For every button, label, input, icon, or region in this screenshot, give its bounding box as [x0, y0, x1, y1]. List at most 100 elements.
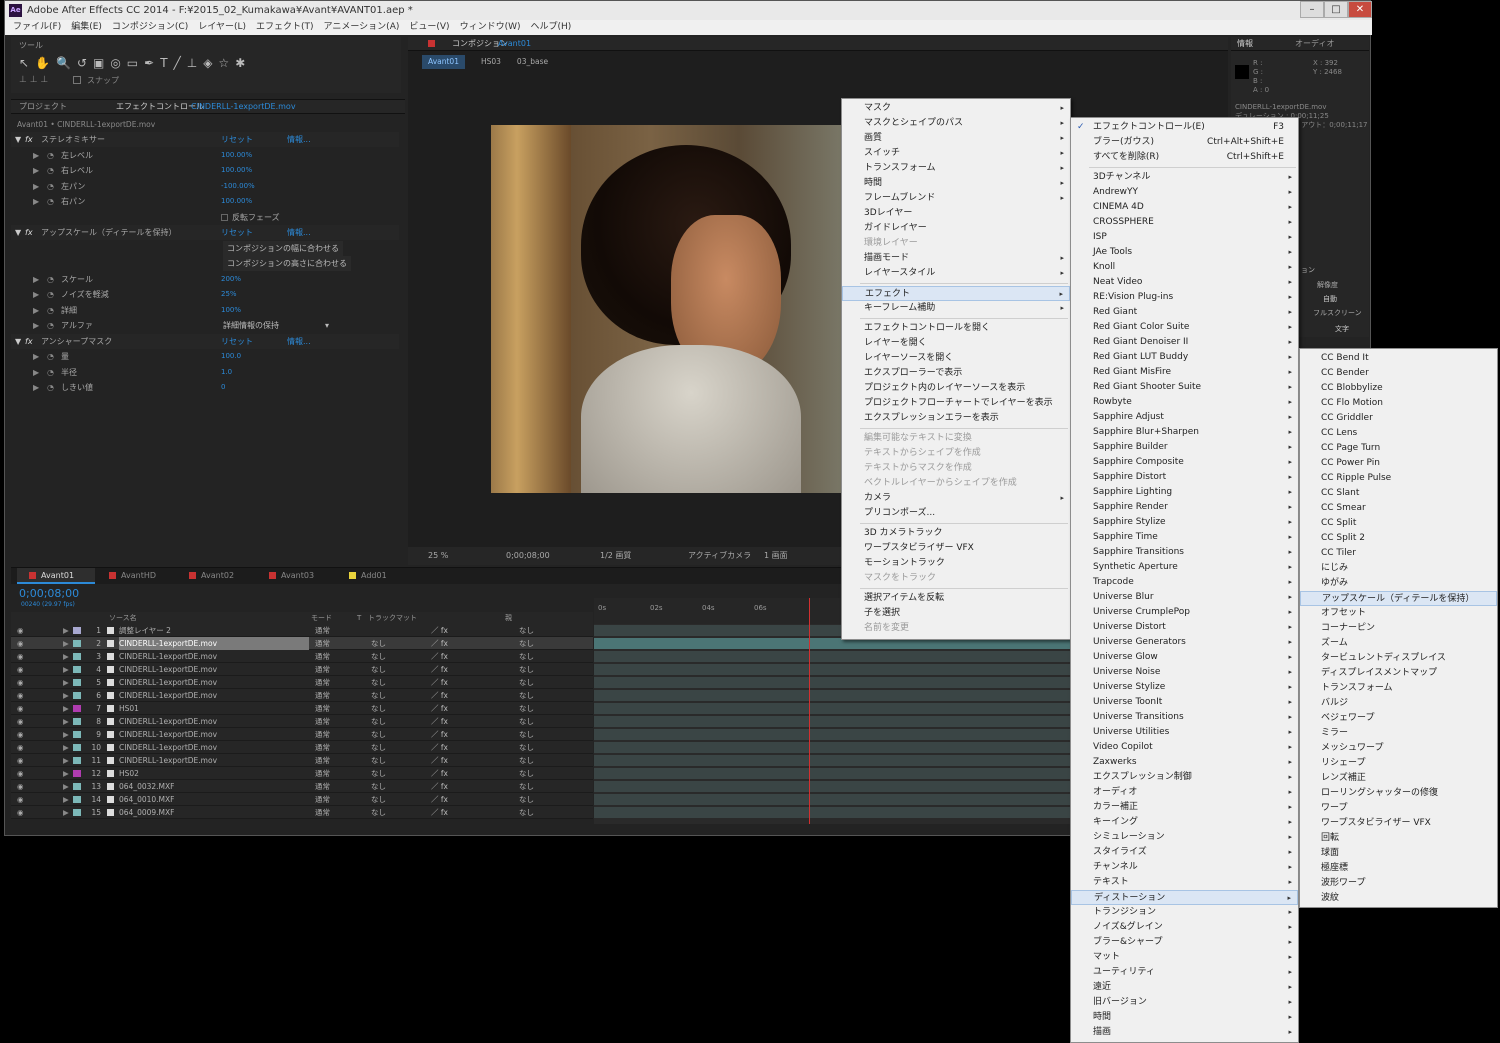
- layer-name[interactable]: HS02: [119, 767, 309, 780]
- parent-select[interactable]: なし: [519, 689, 534, 702]
- layer-row[interactable]: ◉ ▶ 11 CINDERLL-1exportDE.mov 通常 なし ／ fx なし: [11, 754, 593, 767]
- eye-icon[interactable]: ◉: [17, 650, 24, 663]
- menu-item[interactable]: Sapphire Builder ▸: [1071, 440, 1298, 455]
- eye-icon[interactable]: ◉: [17, 702, 24, 715]
- eye-icon[interactable]: ◉: [17, 728, 24, 741]
- menu-1[interactable]: 編集(E): [71, 20, 102, 35]
- label-color-chip[interactable]: [73, 640, 81, 647]
- crumb-1[interactable]: HS03: [481, 55, 501, 69]
- parent-select[interactable]: なし: [519, 754, 534, 767]
- menu-item[interactable]: ブラー&シャープ ▸: [1071, 935, 1298, 950]
- menu-item[interactable]: にじみ: [1300, 561, 1497, 576]
- menu-item[interactable]: Universe Blur ▸: [1071, 590, 1298, 605]
- layer-name[interactable]: HS01: [119, 702, 309, 715]
- menu-item[interactable]: ワープ: [1300, 801, 1497, 816]
- menu-item[interactable]: リシェープ: [1300, 756, 1497, 771]
- trackmatte-select[interactable]: なし: [371, 806, 386, 819]
- menu-item[interactable]: 描画 ▸: [1071, 1025, 1298, 1040]
- menu-item[interactable]: ノイズ&グレイン ▸: [1071, 920, 1298, 935]
- fx-switch-icon[interactable]: ／ fx: [431, 741, 448, 754]
- menu-item[interactable]: CC Bend It: [1300, 351, 1497, 366]
- effect-param[interactable]: ▶ ◔ 半径 1.0: [11, 364, 399, 380]
- eye-icon[interactable]: ◉: [17, 754, 24, 767]
- param-value[interactable]: 1.0: [221, 365, 232, 380]
- menu-item[interactable]: CC Bender: [1300, 366, 1497, 381]
- layer-row[interactable]: ◉ ▶ 4 CINDERLL-1exportDE.mov 通常 なし ／ fx なし: [11, 663, 593, 676]
- blend-mode-select[interactable]: 通常: [315, 754, 330, 767]
- parent-select[interactable]: なし: [519, 637, 534, 650]
- twirl-open-icon[interactable]: ▼: [15, 132, 21, 147]
- blend-mode-select[interactable]: 通常: [315, 741, 330, 754]
- fx-switch-icon[interactable]: ／ fx: [431, 676, 448, 689]
- menu-item[interactable]: Universe Generators ▸: [1071, 635, 1298, 650]
- menu-item[interactable]: カラー補正 ▸: [1071, 800, 1298, 815]
- eye-icon[interactable]: ◉: [17, 715, 24, 728]
- current-time[interactable]: 0;00;08;00: [506, 547, 550, 565]
- menu-item[interactable]: Universe Distort ▸: [1071, 620, 1298, 635]
- menu-item[interactable]: ミラー: [1300, 726, 1497, 741]
- menu-item[interactable]: Universe Glow ▸: [1071, 650, 1298, 665]
- menu-item[interactable]: Sapphire Time ▸: [1071, 530, 1298, 545]
- menu-item[interactable]: ISP ▸: [1071, 230, 1298, 245]
- trackmatte-select[interactable]: なし: [371, 793, 386, 806]
- blend-mode-select[interactable]: 通常: [315, 689, 330, 702]
- param-value[interactable]: 100.00%: [221, 148, 252, 163]
- effect-param[interactable]: コンポジションの幅に合わせる: [11, 240, 399, 256]
- reset-link[interactable]: リセット: [221, 132, 253, 147]
- menu-item[interactable]: レイヤーソースを開く: [842, 351, 1070, 366]
- menu-item[interactable]: トランスフォーム ▸: [842, 161, 1070, 176]
- label-color-chip[interactable]: [73, 744, 81, 751]
- twirl-closed-icon[interactable]: ▶: [63, 741, 69, 754]
- alpha-dropdown[interactable]: 詳細情報の保持: [223, 318, 335, 333]
- menu-item[interactable]: CC Split 2: [1300, 531, 1497, 546]
- trackmatte-select[interactable]: なし: [371, 715, 386, 728]
- stopwatch-icon[interactable]: ◔: [47, 179, 54, 194]
- twirl-closed-icon[interactable]: ▶: [33, 148, 39, 163]
- label-color-chip[interactable]: [73, 796, 81, 803]
- fx-switch-icon[interactable]: ／ fx: [431, 767, 448, 780]
- menu-item[interactable]: ディスプレイスメントマップ: [1300, 666, 1497, 681]
- axis-icons[interactable]: ⊥ ⊥ ⊥: [19, 75, 48, 85]
- twirl-closed-icon[interactable]: ▶: [33, 380, 39, 395]
- timeline-tab[interactable]: Avant03: [257, 568, 335, 584]
- menu-item[interactable]: カメラ ▸: [842, 491, 1070, 506]
- twirl-closed-icon[interactable]: ▶: [63, 715, 69, 728]
- menu-item[interactable]: Sapphire Lighting ▸: [1071, 485, 1298, 500]
- twirl-closed-icon[interactable]: ▶: [33, 163, 39, 178]
- menu-item[interactable]: Red Giant Color Suite ▸: [1071, 320, 1298, 335]
- menu-item[interactable]: ゆがみ: [1300, 576, 1497, 591]
- fx-switch-icon[interactable]: ／ fx: [431, 637, 448, 650]
- twirl-closed-icon[interactable]: ▶: [63, 689, 69, 702]
- menu-item[interactable]: Knoll ▸: [1071, 260, 1298, 275]
- menu-item[interactable]: Video Copilot ▸: [1071, 740, 1298, 755]
- twirl-closed-icon[interactable]: ▶: [33, 349, 39, 364]
- fx-switch-icon[interactable]: ／ fx: [431, 780, 448, 793]
- menu-item[interactable]: 波形ワープ: [1300, 876, 1497, 891]
- menu-item[interactable]: スイッチ ▸: [842, 146, 1070, 161]
- param-value[interactable]: 100.00%: [221, 194, 252, 209]
- effect-param[interactable]: ▶ ◔ 右パン 100.00%: [11, 194, 399, 209]
- menu-item[interactable]: Sapphire Stylize ▸: [1071, 515, 1298, 530]
- param-value[interactable]: 0: [221, 380, 225, 395]
- timeline-timecode[interactable]: 0;00;08;00: [19, 587, 79, 600]
- menu-item[interactable]: 3D カメラトラック: [842, 526, 1070, 541]
- layer-row[interactable]: ◉ ▶ 9 CINDERLL-1exportDE.mov 通常 なし ／ fx なし: [11, 728, 593, 741]
- resolution-select[interactable]: 1/2 画質: [600, 547, 631, 565]
- layer-name[interactable]: CINDERLL-1exportDE.mov: [119, 650, 309, 663]
- label-color-chip[interactable]: [73, 705, 81, 712]
- menu-item[interactable]: Red Giant MisFire ▸: [1071, 365, 1298, 380]
- layer-name[interactable]: CINDERLL-1exportDE.mov: [119, 689, 309, 702]
- menu-item[interactable]: レイヤーを開く: [842, 336, 1070, 351]
- menu-item[interactable]: エクスプレッション制御 ▸: [1071, 770, 1298, 785]
- about-link[interactable]: 情報...: [287, 225, 311, 240]
- menu-item[interactable]: プリコンポーズ...: [842, 506, 1070, 521]
- twirl-open-icon[interactable]: ▼: [15, 225, 21, 240]
- menu-item[interactable]: レンズ補正: [1300, 771, 1497, 786]
- parent-select[interactable]: なし: [519, 676, 534, 689]
- menu-item[interactable]: CC Blobbylize: [1300, 381, 1497, 396]
- time-ruler[interactable]: 0s 02s 04s 06s: [594, 598, 854, 624]
- layer-name[interactable]: 064_0032.MXF: [119, 780, 309, 793]
- menu-item[interactable]: CC Split: [1300, 516, 1497, 531]
- menu-item[interactable]: オフセット: [1300, 606, 1497, 621]
- parent-select[interactable]: なし: [519, 780, 534, 793]
